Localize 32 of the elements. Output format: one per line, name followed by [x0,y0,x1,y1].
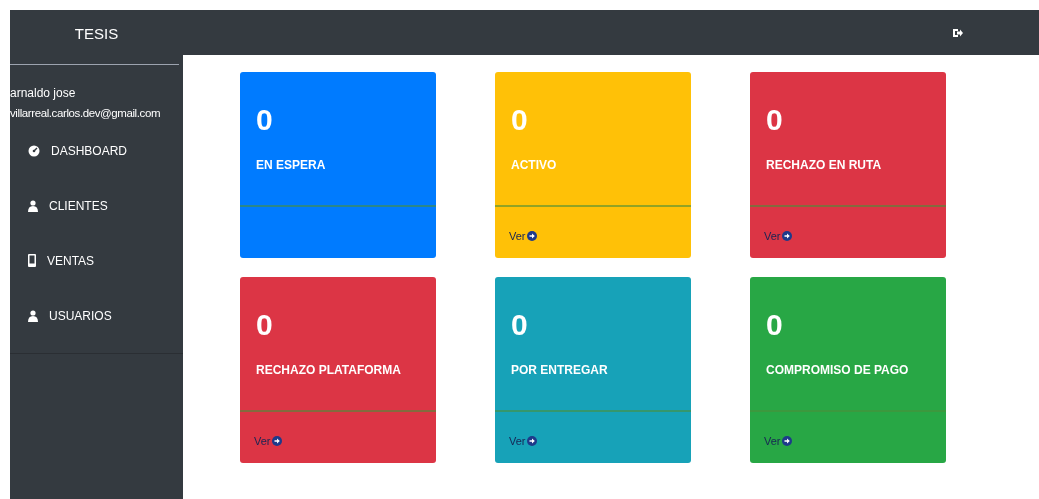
user-icon [28,309,38,322]
brand-title: TESIS [73,24,120,44]
sidebar-menu-item[interactable]: USUARIOS [10,288,183,343]
sidebar-menu-item[interactable]: VENTAS [10,233,183,288]
card-count: 0 [511,307,529,343]
dashboard-icon [28,144,40,157]
card-label: RECHAZO PLATAFORMA [256,362,402,379]
card-label: ACTIVO [511,157,558,174]
user-icon [28,199,38,212]
arrow-circle-icon [781,231,792,242]
arrow-circle-icon [271,436,282,447]
arrow-circle-icon [526,231,537,242]
card-count: 0 [766,307,784,343]
logout-icon[interactable] [953,27,963,38]
card-label: COMPROMISO DE PAGO [766,362,910,379]
sidebar-menu-item[interactable]: CLIENTES [10,178,183,233]
card-count: 0 [256,102,274,138]
user-name: arnaldo jose [10,85,77,102]
arrow-circle-icon [781,436,792,447]
card-label: RECHAZO EN RUTA [766,157,883,174]
arrow-circle-icon [526,436,537,447]
card-count: 0 [256,307,274,343]
card-count: 0 [511,102,529,138]
sidebar-menu-item[interactable]: DASHBOARD [10,123,183,178]
card-label: POR ENTREGAR [511,362,609,379]
card-count: 0 [766,102,784,138]
user-email: villarreal.carlos.dev@gmail.com [10,106,162,121]
view-link[interactable]: Ver [509,228,537,245]
view-link[interactable]: Ver [509,433,537,450]
mobile-phone-icon [28,254,36,267]
card-label: EN ESPERA [256,157,327,174]
view-link[interactable]: Ver [764,433,792,450]
